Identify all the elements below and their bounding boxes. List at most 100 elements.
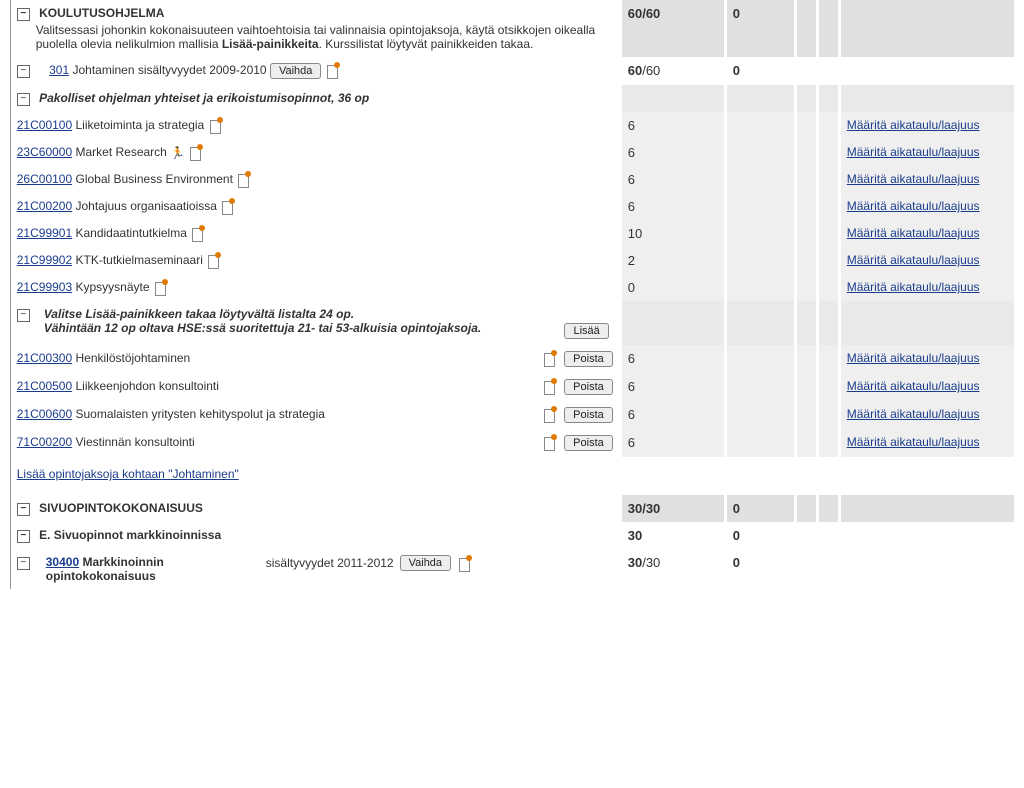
code-link-301[interactable]: 301 <box>49 63 69 77</box>
row-label: Johtaminen sisältyvyydet 2009-2010 <box>72 63 266 77</box>
define-schedule-link[interactable]: Määritä aikataulu/laajuus <box>847 379 980 393</box>
add-courses-link[interactable]: Lisää opintojaksoja kohtaan "Johtaminen" <box>17 467 239 481</box>
course-code-link[interactable]: 23C60000 <box>17 145 72 159</box>
course-name: Henkilöstöjohtaminen <box>75 351 190 365</box>
define-schedule-link[interactable]: Määritä aikataulu/laajuus <box>847 351 980 365</box>
note-icon[interactable] <box>208 253 220 267</box>
define-schedule-link[interactable]: Määritä aikataulu/laajuus <box>847 253 980 267</box>
course-row: 21C00300 Henkilöstöjohtaminen Poista 6 M… <box>10 345 1014 373</box>
course-code-link[interactable]: 21C99902 <box>17 253 72 267</box>
remove-button[interactable]: Poista <box>564 351 613 367</box>
course-credits: 6 <box>620 139 725 166</box>
row-sivu-e: − E. Sivuopinnot markkinoinnissa 30 0 <box>10 522 1014 549</box>
remove-button[interactable]: Poista <box>564 379 613 395</box>
section-title: SIVUOPINTOKOKONAISUUS <box>39 501 203 515</box>
row-label: E. Sivuopinnot markkinoinnissa <box>39 528 221 542</box>
course-code-link[interactable]: 21C00500 <box>17 379 72 393</box>
course-row: 26C00100 Global Business Environment 6 M… <box>10 166 1014 193</box>
collapse-icon[interactable]: − <box>17 93 30 106</box>
course-row: 21C00600 Suomalaisten yritysten kehitysp… <box>10 401 1014 429</box>
subheader-pakolliset: − Pakolliset ohjelman yhteiset ja erikoi… <box>10 85 1014 112</box>
note-icon[interactable] <box>192 226 204 240</box>
section-koulutusohjelma: − KOULUTUSOHJELMA Valitsessasi johonkin … <box>10 0 1014 57</box>
course-code-link[interactable]: 21C99903 <box>17 280 72 294</box>
course-credits: 6 <box>620 345 725 373</box>
course-code-link[interactable]: 21C00200 <box>17 199 72 213</box>
subheader-title: Pakolliset ohjelman yhteiset ja erikoist… <box>39 91 369 105</box>
course-name: Suomalaisten yritysten kehityspolut ja s… <box>75 407 324 421</box>
course-row: 21C99903 Kypsyysnäyte 0 Määritä aikataul… <box>10 274 1014 301</box>
credits-done: 0 <box>725 0 795 57</box>
note-icon[interactable] <box>544 435 556 449</box>
collapse-icon[interactable]: − <box>17 557 30 570</box>
define-schedule-link[interactable]: Määritä aikataulu/laajuus <box>847 145 980 159</box>
course-row: 21C00500 Liikkeenjohdon konsultointi Poi… <box>10 373 1014 401</box>
course-name: Viestinnän konsultointi <box>75 435 194 449</box>
course-credits: 0 <box>620 274 725 301</box>
course-name: Johtajuus organisaatioissa <box>75 199 220 213</box>
add-button[interactable]: Lisää <box>564 323 608 339</box>
course-credits: 2 <box>620 247 725 274</box>
note-icon[interactable] <box>544 407 556 421</box>
define-schedule-link[interactable]: Määritä aikataulu/laajuus <box>847 407 980 421</box>
course-name: Market Research <box>75 145 170 159</box>
collapse-icon[interactable]: − <box>17 503 30 516</box>
course-row: 21C00100 Liiketoiminta ja strategia 6 Mä… <box>10 112 1014 139</box>
collapse-icon[interactable]: − <box>17 8 30 21</box>
define-schedule-link[interactable]: Määritä aikataulu/laajuus <box>847 118 980 132</box>
course-name: KTK-tutkielmaseminaari <box>75 253 206 267</box>
note-icon[interactable] <box>190 145 202 159</box>
course-credits: 6 <box>620 193 725 220</box>
credits-planned: 60/60 <box>620 0 725 57</box>
note-icon[interactable] <box>459 556 471 570</box>
collapse-icon[interactable]: − <box>17 65 30 78</box>
course-row: 21C00200 Johtajuus organisaatioissa 6 Mä… <box>10 193 1014 220</box>
note-icon[interactable] <box>327 63 339 77</box>
course-code-link[interactable]: 21C00600 <box>17 407 72 421</box>
course-credits: 6 <box>620 429 725 457</box>
course-code-link[interactable]: 26C00100 <box>17 172 72 186</box>
swap-button[interactable]: Vaihda <box>400 555 451 571</box>
section-title: KOULUTUSOHJELMA <box>39 6 164 20</box>
remove-button[interactable]: Poista <box>564 435 613 451</box>
swap-button[interactable]: Vaihda <box>270 63 321 79</box>
course-row: 21C99902 KTK-tutkielmaseminaari 2 Määrit… <box>10 247 1014 274</box>
define-schedule-link[interactable]: Määritä aikataulu/laajuus <box>847 172 980 186</box>
course-name: Liikkeenjohdon konsultointi <box>75 379 218 393</box>
define-schedule-link[interactable]: Määritä aikataulu/laajuus <box>847 435 980 449</box>
define-schedule-link[interactable]: Määritä aikataulu/laajuus <box>847 226 980 240</box>
running-icon: 🏃 <box>170 146 185 160</box>
define-schedule-link[interactable]: Määritä aikataulu/laajuus <box>847 280 980 294</box>
note-icon[interactable] <box>222 199 234 213</box>
course-credits: 6 <box>620 112 725 139</box>
course-credits: 10 <box>620 220 725 247</box>
collapse-icon[interactable]: − <box>17 530 30 543</box>
course-name: Kandidaatintutkielma <box>75 226 190 240</box>
note-icon[interactable] <box>155 280 167 294</box>
collapse-icon[interactable]: − <box>17 309 30 322</box>
row-30400: − 30400 Markkinoinnin opintokokonaisuus … <box>10 549 1014 589</box>
define-schedule-link[interactable]: Määritä aikataulu/laajuus <box>847 199 980 213</box>
course-credits: 6 <box>620 373 725 401</box>
course-row: 71C00200 Viestinnän konsultointi Poista … <box>10 429 1014 457</box>
course-credits: 6 <box>620 166 725 193</box>
remove-button[interactable]: Poista <box>564 407 613 423</box>
course-credits: 6 <box>620 401 725 429</box>
code-link-30400[interactable]: 30400 <box>46 555 79 569</box>
course-name: Global Business Environment <box>75 172 236 186</box>
course-row: 21C99901 Kandidaatintutkielma 10 Määritä… <box>10 220 1014 247</box>
note-icon[interactable] <box>238 172 250 186</box>
course-name: Liiketoiminta ja strategia <box>75 118 207 132</box>
course-code-link[interactable]: 21C00300 <box>17 351 72 365</box>
section-sivuopinnot: − SIVUOPINTOKOKONAISUUS 30/30 0 <box>10 495 1014 522</box>
course-code-link[interactable]: 21C99901 <box>17 226 72 240</box>
course-row: 23C60000 Market Research 🏃 6 Määritä aik… <box>10 139 1014 166</box>
row-301: − 301 Johtaminen sisältyvyydet 2009-2010… <box>10 57 1014 85</box>
note-icon[interactable] <box>544 379 556 393</box>
course-code-link[interactable]: 21C00100 <box>17 118 72 132</box>
note-icon[interactable] <box>544 351 556 365</box>
course-name: Kypsyysnäyte <box>75 280 152 294</box>
note-icon[interactable] <box>210 118 222 132</box>
subheader-elective: − Valitse Lisää-painikkeen takaa löytyvä… <box>10 301 1014 345</box>
course-code-link[interactable]: 71C00200 <box>17 435 72 449</box>
